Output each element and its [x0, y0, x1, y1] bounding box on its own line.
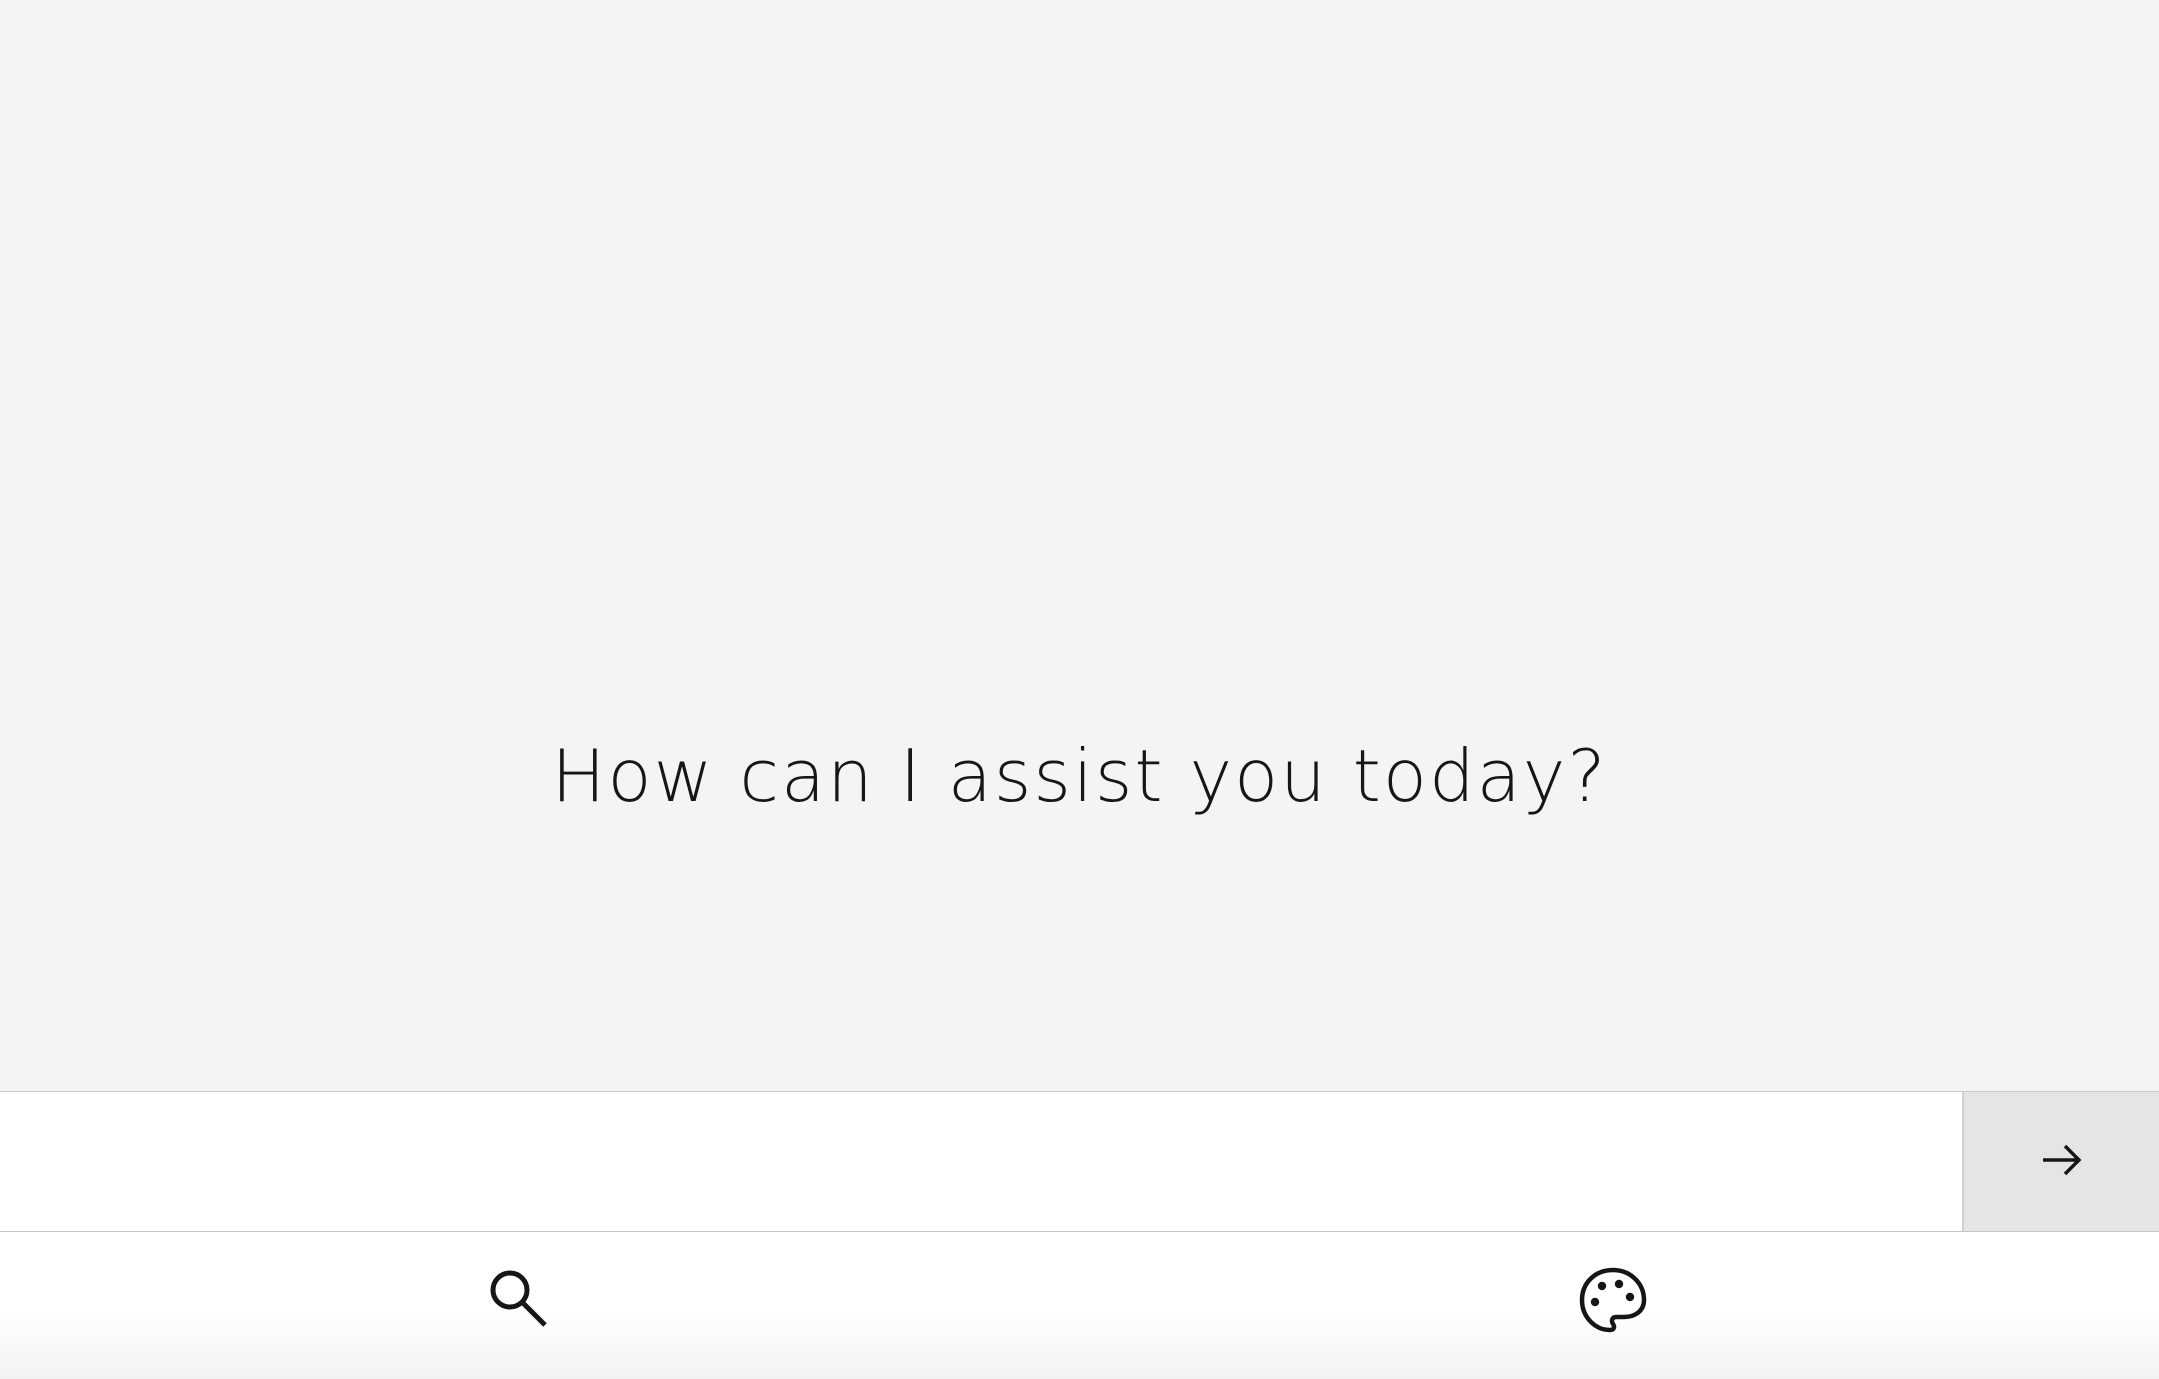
message-input[interactable]	[0, 1092, 1962, 1231]
greeting-text: How can I assist you today?	[551, 734, 1608, 818]
search-icon	[487, 1266, 557, 1339]
bottom-toolbar	[0, 1232, 2159, 1379]
palette-button[interactable]	[1573, 1262, 1653, 1342]
chat-message-area: How can I assist you today?	[0, 0, 2159, 1092]
arrow-right-icon	[2039, 1137, 2085, 1186]
message-composer	[0, 1092, 2159, 1232]
search-button[interactable]	[482, 1262, 562, 1342]
palette-icon	[1576, 1264, 1650, 1341]
chat-app: How can I assist you today?	[0, 0, 2159, 1379]
send-button[interactable]	[1962, 1092, 2159, 1231]
